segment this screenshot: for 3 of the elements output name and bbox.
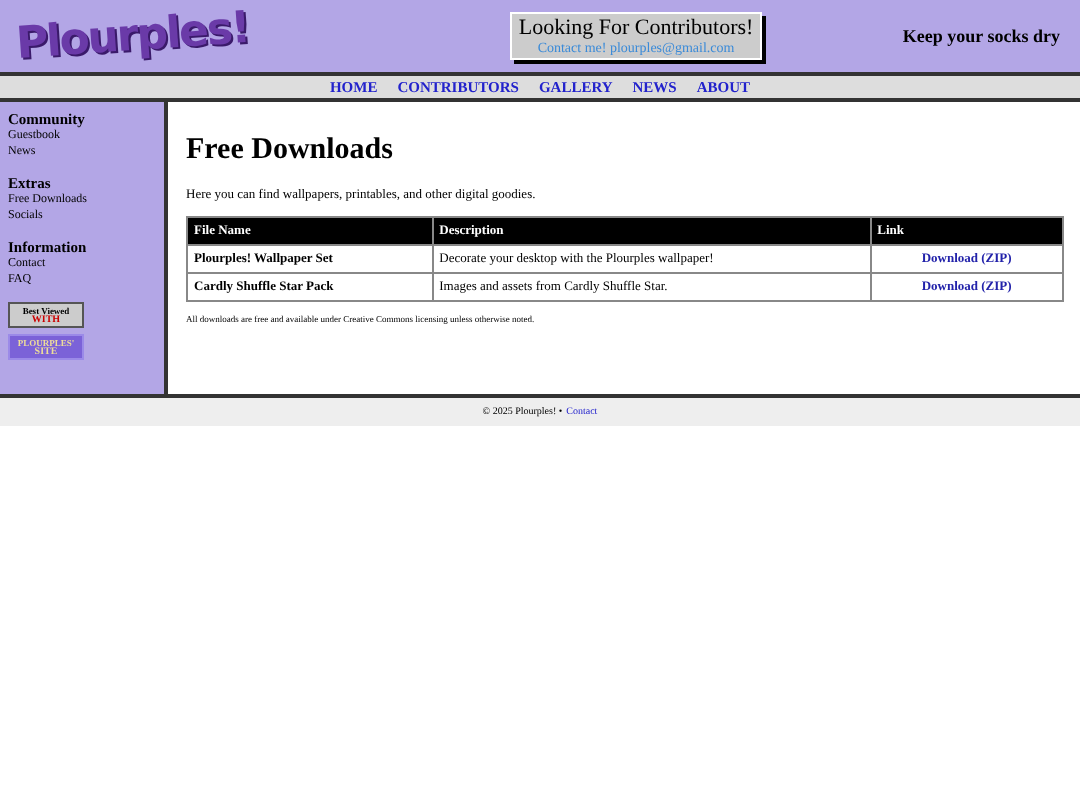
banner-title: Looking For Contributors!: [518, 16, 754, 40]
page-title: Free Downloads: [186, 134, 395, 168]
tagline: Keep your socks dry: [902, 26, 1060, 46]
